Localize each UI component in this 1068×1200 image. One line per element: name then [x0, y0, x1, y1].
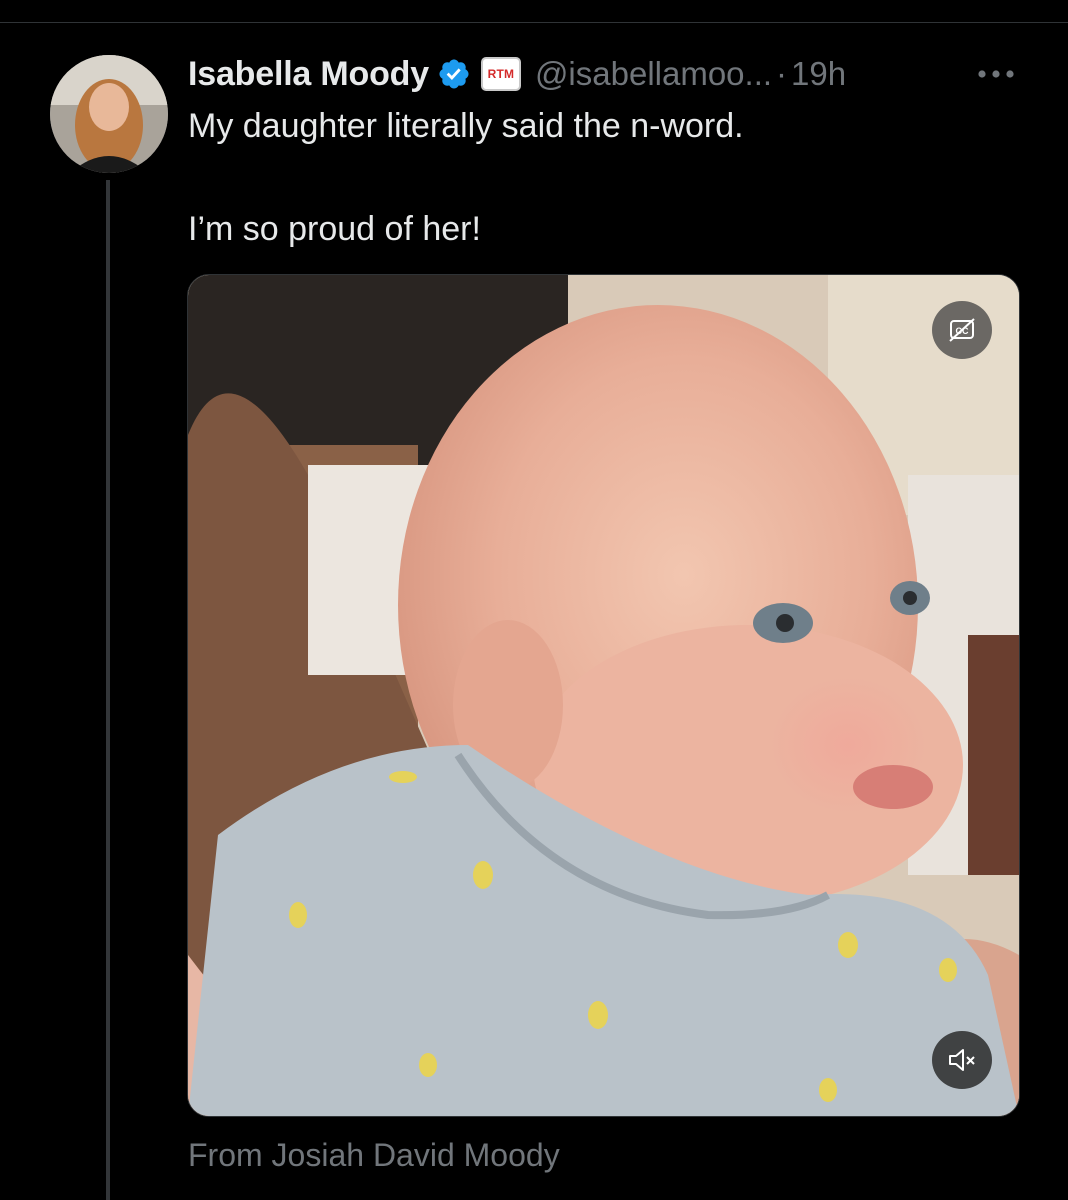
tweet-text-line-1: My daughter literally said the n-word.	[188, 107, 744, 145]
muted-speaker-icon	[949, 1049, 975, 1071]
affiliation-badge-text: RTM	[487, 67, 515, 81]
tweet-header: Isabella Moody RTM @isabellamoo... · 19h	[188, 50, 846, 98]
profile-avatar[interactable]	[50, 55, 168, 173]
author-display-name[interactable]: Isabella Moody	[188, 55, 429, 94]
thread-connector-line	[106, 180, 110, 1200]
avatar-image	[50, 55, 168, 173]
video-frame	[188, 275, 1019, 1116]
author-handle[interactable]: @isabellamoo...	[535, 55, 772, 93]
media-source-attribution[interactable]: From Josiah David Moody	[188, 1137, 560, 1174]
video-player[interactable]: CC	[187, 274, 1020, 1117]
top-divider	[0, 22, 1068, 23]
tweet-timestamp[interactable]: 19h	[791, 55, 846, 93]
captions-off-icon: CC	[949, 318, 975, 342]
captions-toggle-button[interactable]: CC	[932, 301, 992, 359]
more-options-icon	[978, 70, 1014, 78]
verified-badge-icon[interactable]	[437, 57, 471, 91]
mute-toggle-button[interactable]	[932, 1031, 992, 1089]
more-options-button[interactable]	[974, 56, 1018, 92]
affiliation-badge[interactable]: RTM	[480, 57, 521, 91]
header-separator: ·	[776, 55, 788, 92]
tweet-text-line-2: I’m so proud of her!	[188, 210, 481, 248]
